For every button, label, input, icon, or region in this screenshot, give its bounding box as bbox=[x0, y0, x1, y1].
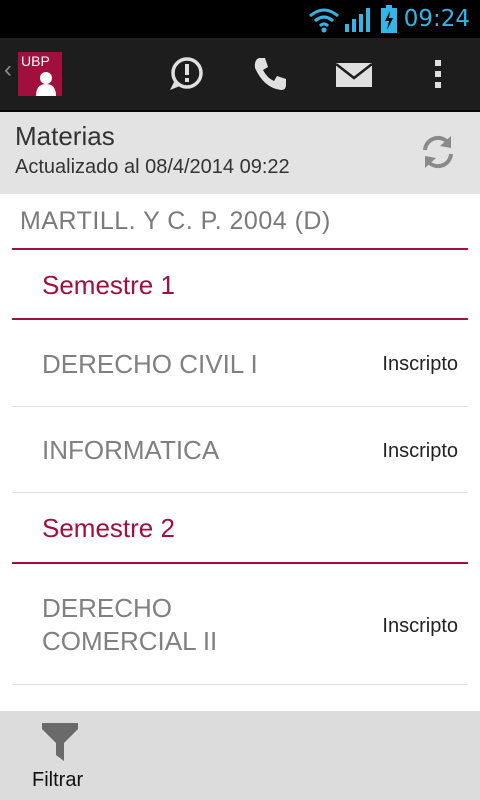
career-title: MARTILL. Y C. P. 2004 (D) bbox=[20, 207, 331, 235]
row-divider bbox=[12, 492, 468, 493]
subject-name: INFORMATICA bbox=[42, 435, 220, 465]
clock: 09:24 bbox=[403, 6, 470, 32]
subject-name: DERECHO CIVIL I bbox=[42, 349, 258, 379]
signal-icon bbox=[345, 8, 370, 32]
filter-label: Filtrar bbox=[32, 769, 84, 791]
subject-status: Inscripto bbox=[382, 615, 458, 637]
wifi-icon bbox=[309, 8, 339, 33]
row-divider bbox=[12, 684, 468, 685]
phone-icon[interactable] bbox=[250, 54, 290, 94]
semester-header: Semestre 1 bbox=[42, 270, 175, 300]
status-bar: 09:24 bbox=[0, 0, 480, 38]
bottom-bar: Filtrar bbox=[0, 711, 480, 800]
refresh-icon[interactable] bbox=[418, 132, 458, 172]
subject-status: Inscripto bbox=[382, 353, 458, 375]
career-divider bbox=[12, 248, 468, 250]
action-bar: ‹ UBP bbox=[0, 38, 480, 112]
overflow-menu-icon[interactable] bbox=[418, 54, 458, 94]
up-caret-icon[interactable]: ‹ bbox=[4, 56, 12, 84]
last-updated-text: Actualizado al 08/4/2014 09:22 bbox=[15, 156, 290, 178]
semester-header: Semestre 2 bbox=[42, 513, 175, 543]
logo-text: UBP bbox=[21, 53, 50, 69]
app-logo[interactable]: UBP bbox=[18, 52, 62, 96]
alert-bubble-icon[interactable] bbox=[166, 54, 206, 94]
filter-icon bbox=[42, 723, 78, 761]
mail-icon[interactable] bbox=[334, 54, 374, 94]
filter-button[interactable]: Filtrar bbox=[20, 711, 100, 800]
page-title: Materias bbox=[15, 121, 115, 151]
page-header: Materias Actualizado al 08/4/2014 09:22 bbox=[0, 112, 480, 194]
battery-charging-icon bbox=[381, 5, 397, 33]
subject-name-line1: DERECHO bbox=[42, 593, 173, 623]
subject-status: Inscripto bbox=[382, 440, 458, 462]
subject-name-line2: COMERCIAL II bbox=[42, 626, 218, 656]
